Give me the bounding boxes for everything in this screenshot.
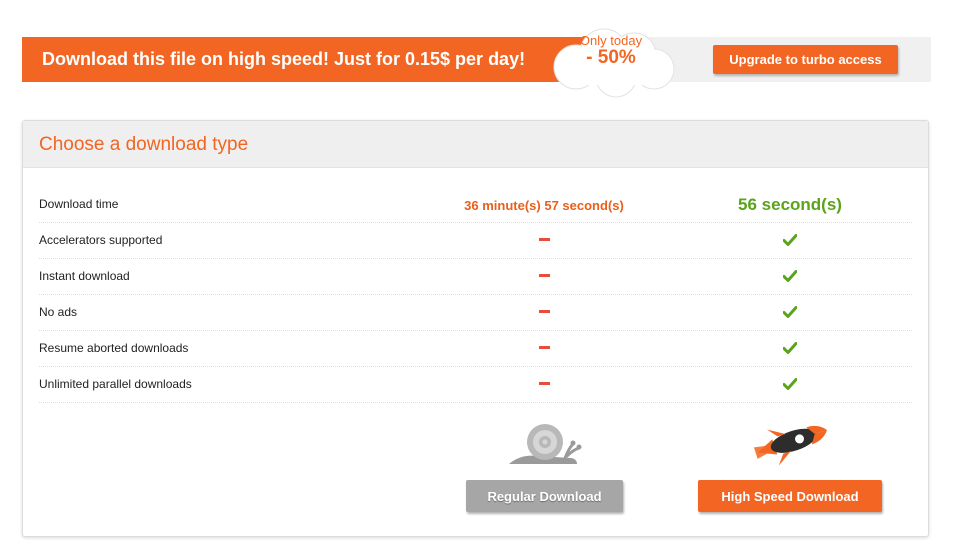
- panel-title: Choose a download type: [39, 134, 249, 155]
- feature-row-resume: Resume aborted downloads: [39, 331, 912, 367]
- promo-banner-highlight: Download this file on high speed! Just f…: [22, 37, 597, 82]
- check-icon: [782, 233, 798, 251]
- feature-row-no-ads: No ads: [39, 295, 912, 331]
- regular-download-time: 36 minute(s) 57 second(s): [464, 198, 624, 213]
- promo-banner: Download this file on high speed! Just f…: [22, 28, 931, 98]
- check-icon: [782, 341, 798, 359]
- dash-icon: [538, 382, 550, 385]
- high-speed-download-button[interactable]: High Speed Download: [698, 480, 882, 512]
- promo-text: Download this file on high speed! Just f…: [42, 49, 526, 69]
- feature-label: Resume aborted downloads: [39, 341, 189, 355]
- feature-label: Instant download: [39, 269, 130, 283]
- feature-comparison-table: Download time 36 minute(s) 57 second(s) …: [39, 187, 912, 403]
- check-icon: [782, 269, 798, 287]
- turbo-download-time: 56 second(s): [738, 195, 842, 214]
- feature-row-parallel: Unlimited parallel downloads: [39, 367, 912, 403]
- check-icon: [782, 305, 798, 323]
- dash-icon: [538, 274, 550, 277]
- promo-discount: - 50%: [586, 47, 636, 68]
- check-icon: [782, 377, 798, 395]
- feature-label: No ads: [39, 305, 78, 319]
- rocket-icon: [750, 419, 830, 470]
- dash-icon: [538, 346, 550, 349]
- feature-label: Accelerators supported: [39, 233, 163, 247]
- panel-header: Choose a download type: [23, 121, 928, 168]
- download-type-panel: Choose a download type Download time 36 …: [22, 120, 929, 537]
- feature-row-accelerators: Accelerators supported: [39, 223, 912, 259]
- feature-label: Unlimited parallel downloads: [39, 377, 192, 391]
- snail-icon: [507, 418, 583, 471]
- feature-row-instant: Instant download: [39, 259, 912, 295]
- discount-cloud: Only today - 50%: [546, 25, 682, 99]
- feature-label: Download time: [39, 197, 119, 211]
- promo-today-label: Only today: [579, 33, 643, 48]
- feature-row-download-time: Download time 36 minute(s) 57 second(s) …: [39, 187, 912, 223]
- regular-download-button[interactable]: Regular Download: [466, 480, 623, 512]
- upgrade-turbo-button[interactable]: Upgrade to turbo access: [713, 45, 898, 74]
- dash-icon: [538, 238, 550, 241]
- dash-icon: [538, 310, 550, 313]
